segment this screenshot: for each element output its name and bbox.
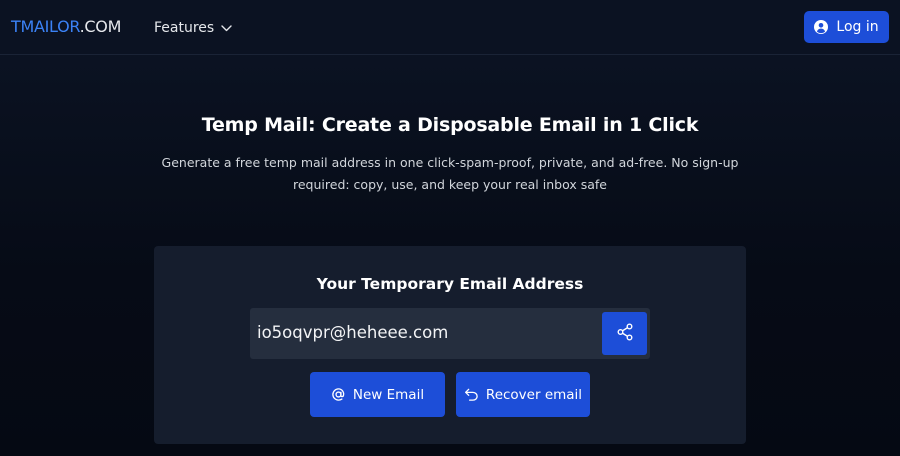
login-button[interactable]: Log in [804, 11, 889, 43]
at-sign-icon [331, 387, 346, 402]
email-address[interactable]: io5oqvpr@heheee.com [257, 321, 448, 345]
page-title: Temp Mail: Create a Disposable Email in … [201, 114, 699, 136]
share-icon [616, 323, 634, 345]
user-circle-icon [814, 20, 829, 34]
features-menu[interactable]: Features [154, 18, 232, 38]
page-subtitle: Generate a free temp mail address in one… [161, 155, 739, 192]
new-email-label: New Email [352, 386, 425, 403]
top-navbar: TMAILOR.COM Features Log in [0, 0, 900, 55]
features-label: Features [154, 20, 215, 36]
chevron-down-icon [221, 24, 232, 32]
recover-email-button[interactable]: Recover email [456, 372, 590, 417]
share-button[interactable] [602, 312, 647, 355]
recover-email-label: Recover email [485, 386, 583, 403]
undo-arrow-icon [464, 387, 479, 402]
site-logo[interactable]: TMAILOR.COM [11, 16, 121, 38]
email-address-field[interactable]: io5oqvpr@heheee.com [250, 308, 650, 359]
new-email-button[interactable]: New Email [310, 372, 445, 417]
brand-domain: .COM [79, 17, 122, 36]
brand-name: TMAILOR [11, 17, 80, 36]
login-label: Log in [836, 19, 879, 35]
card-title: Your Temporary Email Address [316, 275, 584, 293]
temp-email-card: Your Temporary Email Address io5oqvpr@he… [154, 246, 746, 444]
